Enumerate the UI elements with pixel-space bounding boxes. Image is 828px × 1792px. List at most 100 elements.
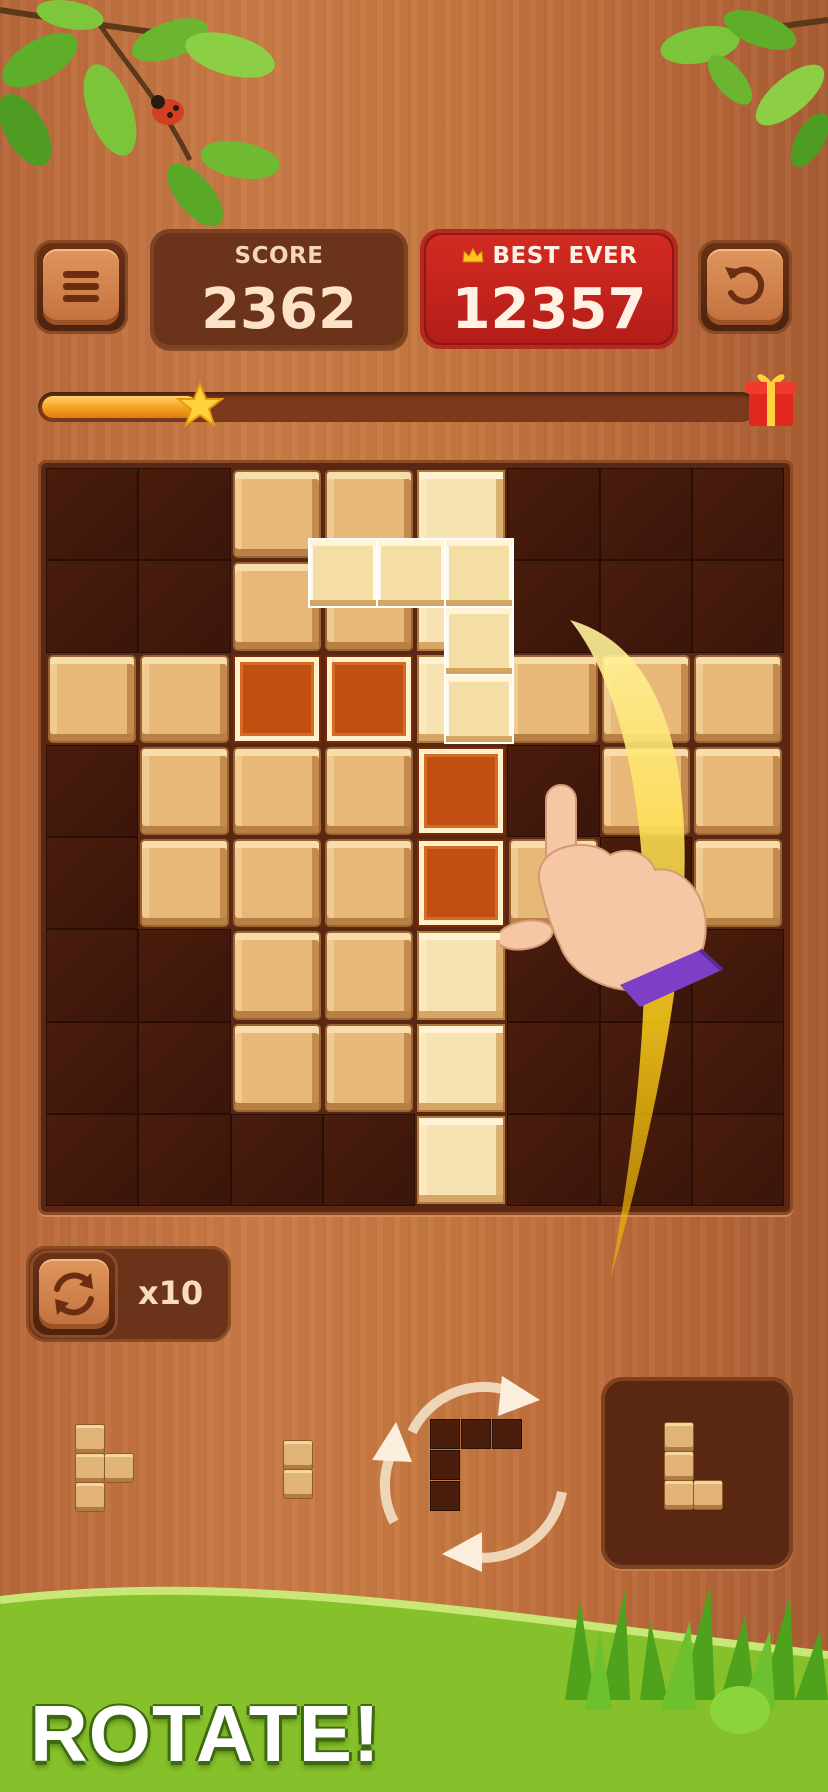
i2-piece-block: [284, 1470, 312, 1498]
score-panel: SCORE 2362: [150, 229, 408, 349]
board-cell-placed-block[interactable]: [326, 1025, 411, 1110]
board-cell-empty-cell[interactable]: [507, 744, 600, 837]
board-cell-placed-block[interactable]: [234, 564, 319, 649]
board-cell-empty-cell[interactable]: [138, 929, 231, 1022]
l-piece-block: [694, 1481, 722, 1509]
board-cell-placed-block[interactable]: [234, 841, 319, 926]
board-cell-empty-cell[interactable]: [507, 1021, 600, 1114]
rotating-piece-block: [430, 1450, 460, 1480]
rotate-icon: [54, 1272, 94, 1316]
board-cell-placed-block[interactable]: [326, 841, 411, 926]
board-cell-empty-cell[interactable]: [507, 560, 600, 653]
rotating-piece-block: [430, 1419, 460, 1449]
board-cell-placed-block[interactable]: [234, 933, 319, 1018]
rotate-banner-text: ROTATE!: [30, 1689, 381, 1778]
l-piece-block: [665, 1452, 693, 1480]
board-cell-empty-cell[interactable]: [691, 929, 784, 1022]
board-cell-preview-block[interactable]: [419, 748, 504, 833]
board-cell-empty-cell[interactable]: [322, 1113, 415, 1206]
board-cell-highlight-block[interactable]: [419, 1117, 504, 1202]
board-cell-placed-block[interactable]: [234, 748, 319, 833]
board-cell-empty-cell[interactable]: [46, 560, 139, 653]
board-cell-empty-cell[interactable]: [691, 468, 784, 561]
board-cell-highlight-block[interactable]: [419, 933, 504, 1018]
score-label: SCORE: [234, 243, 324, 269]
board-cell-placed-block[interactable]: [326, 933, 411, 1018]
dragging-piece-block[interactable]: [310, 540, 376, 606]
t-piece-block: [76, 1454, 104, 1482]
board-cell-empty-cell[interactable]: [138, 1113, 231, 1206]
board-cell-placed-block[interactable]: [603, 656, 688, 741]
undo-button[interactable]: [698, 240, 792, 334]
board-cell-empty-cell[interactable]: [599, 1021, 692, 1114]
board-cell-empty-cell[interactable]: [599, 468, 692, 561]
board-cell-placed-block[interactable]: [326, 748, 411, 833]
leaves-top-right: [660, 10, 828, 167]
rotate-powerup-button[interactable]: [30, 1250, 118, 1338]
board-cell-placed-block[interactable]: [695, 748, 780, 833]
board-cell-placed-block[interactable]: [603, 748, 688, 833]
selected-piece-slot[interactable]: [601, 1377, 793, 1569]
board-cell-empty-cell[interactable]: [691, 560, 784, 653]
board-cell-highlight-block[interactable]: [419, 1025, 504, 1110]
gift-icon: [746, 374, 796, 426]
board-cell-empty-cell[interactable]: [46, 929, 139, 1022]
rotate-powerup-count: x10: [138, 1274, 204, 1312]
board-cell-empty-cell[interactable]: [138, 1021, 231, 1114]
dragging-piece-block[interactable]: [446, 608, 512, 674]
board-cell-placed-block[interactable]: [50, 656, 135, 741]
best-label-row: BEST EVER: [420, 243, 678, 269]
level-progress-bar: [38, 392, 756, 422]
score-value: 2362: [201, 277, 357, 342]
i2-piece-block: [284, 1441, 312, 1469]
board-cell-empty-cell[interactable]: [138, 468, 231, 561]
board-cell-placed-block[interactable]: [695, 656, 780, 741]
board-cell-empty-cell[interactable]: [691, 1021, 784, 1114]
board-cell-placed-block[interactable]: [511, 656, 596, 741]
board-cell-empty-cell[interactable]: [46, 1021, 139, 1114]
board-cell-preview-block[interactable]: [326, 656, 411, 741]
crown-icon: [461, 246, 484, 263]
dragging-piece-block[interactable]: [446, 540, 512, 606]
game-board[interactable]: [46, 468, 784, 1206]
board-cell-preview-block[interactable]: [234, 656, 319, 741]
board-cell-empty-cell[interactable]: [507, 468, 600, 561]
best-score-panel: BEST EVER 12357: [420, 229, 678, 349]
star-icon: [176, 382, 224, 428]
board-cell-placed-block[interactable]: [142, 748, 227, 833]
board-cell-empty-cell[interactable]: [599, 560, 692, 653]
board-cell-empty-cell[interactable]: [599, 929, 692, 1022]
board-cell-placed-block[interactable]: [234, 472, 319, 557]
undo-icon: [725, 266, 765, 305]
board-cell-placed-block[interactable]: [234, 1025, 319, 1110]
board-cell-empty-cell[interactable]: [46, 468, 139, 561]
board-cell-empty-cell[interactable]: [46, 744, 139, 837]
leaves-top-left: [0, 0, 280, 227]
dragging-piece-block[interactable]: [446, 676, 512, 742]
board-cell-empty-cell[interactable]: [507, 929, 600, 1022]
best-label: BEST EVER: [492, 243, 638, 269]
board-cell-empty-cell[interactable]: [230, 1113, 323, 1206]
board-cell-placed-block[interactable]: [142, 656, 227, 741]
board-cell-empty-cell[interactable]: [691, 1113, 784, 1206]
best-value: 12357: [451, 277, 647, 342]
board-cell-empty-cell[interactable]: [46, 837, 139, 930]
dragging-piece-block[interactable]: [378, 540, 444, 606]
board-cell-placed-block[interactable]: [511, 841, 596, 926]
board-cell-empty-cell[interactable]: [599, 837, 692, 930]
t-piece-block: [76, 1483, 104, 1511]
menu-button[interactable]: [34, 240, 128, 334]
board-cell-empty-cell[interactable]: [599, 1113, 692, 1206]
rotating-piece-block: [461, 1419, 491, 1449]
board-cell-empty-cell[interactable]: [138, 560, 231, 653]
board-cell-empty-cell[interactable]: [507, 1113, 600, 1206]
rotating-piece-block: [430, 1481, 460, 1511]
l-piece-block: [665, 1423, 693, 1451]
board-cell-preview-block[interactable]: [419, 841, 504, 926]
rotate-powerup[interactable]: x10: [26, 1246, 231, 1342]
board-cell-empty-cell[interactable]: [46, 1113, 139, 1206]
board-cell-placed-block[interactable]: [695, 841, 780, 926]
board-cell-placed-block[interactable]: [142, 841, 227, 926]
t-piece-block: [105, 1454, 133, 1482]
t-piece-block: [76, 1425, 104, 1453]
